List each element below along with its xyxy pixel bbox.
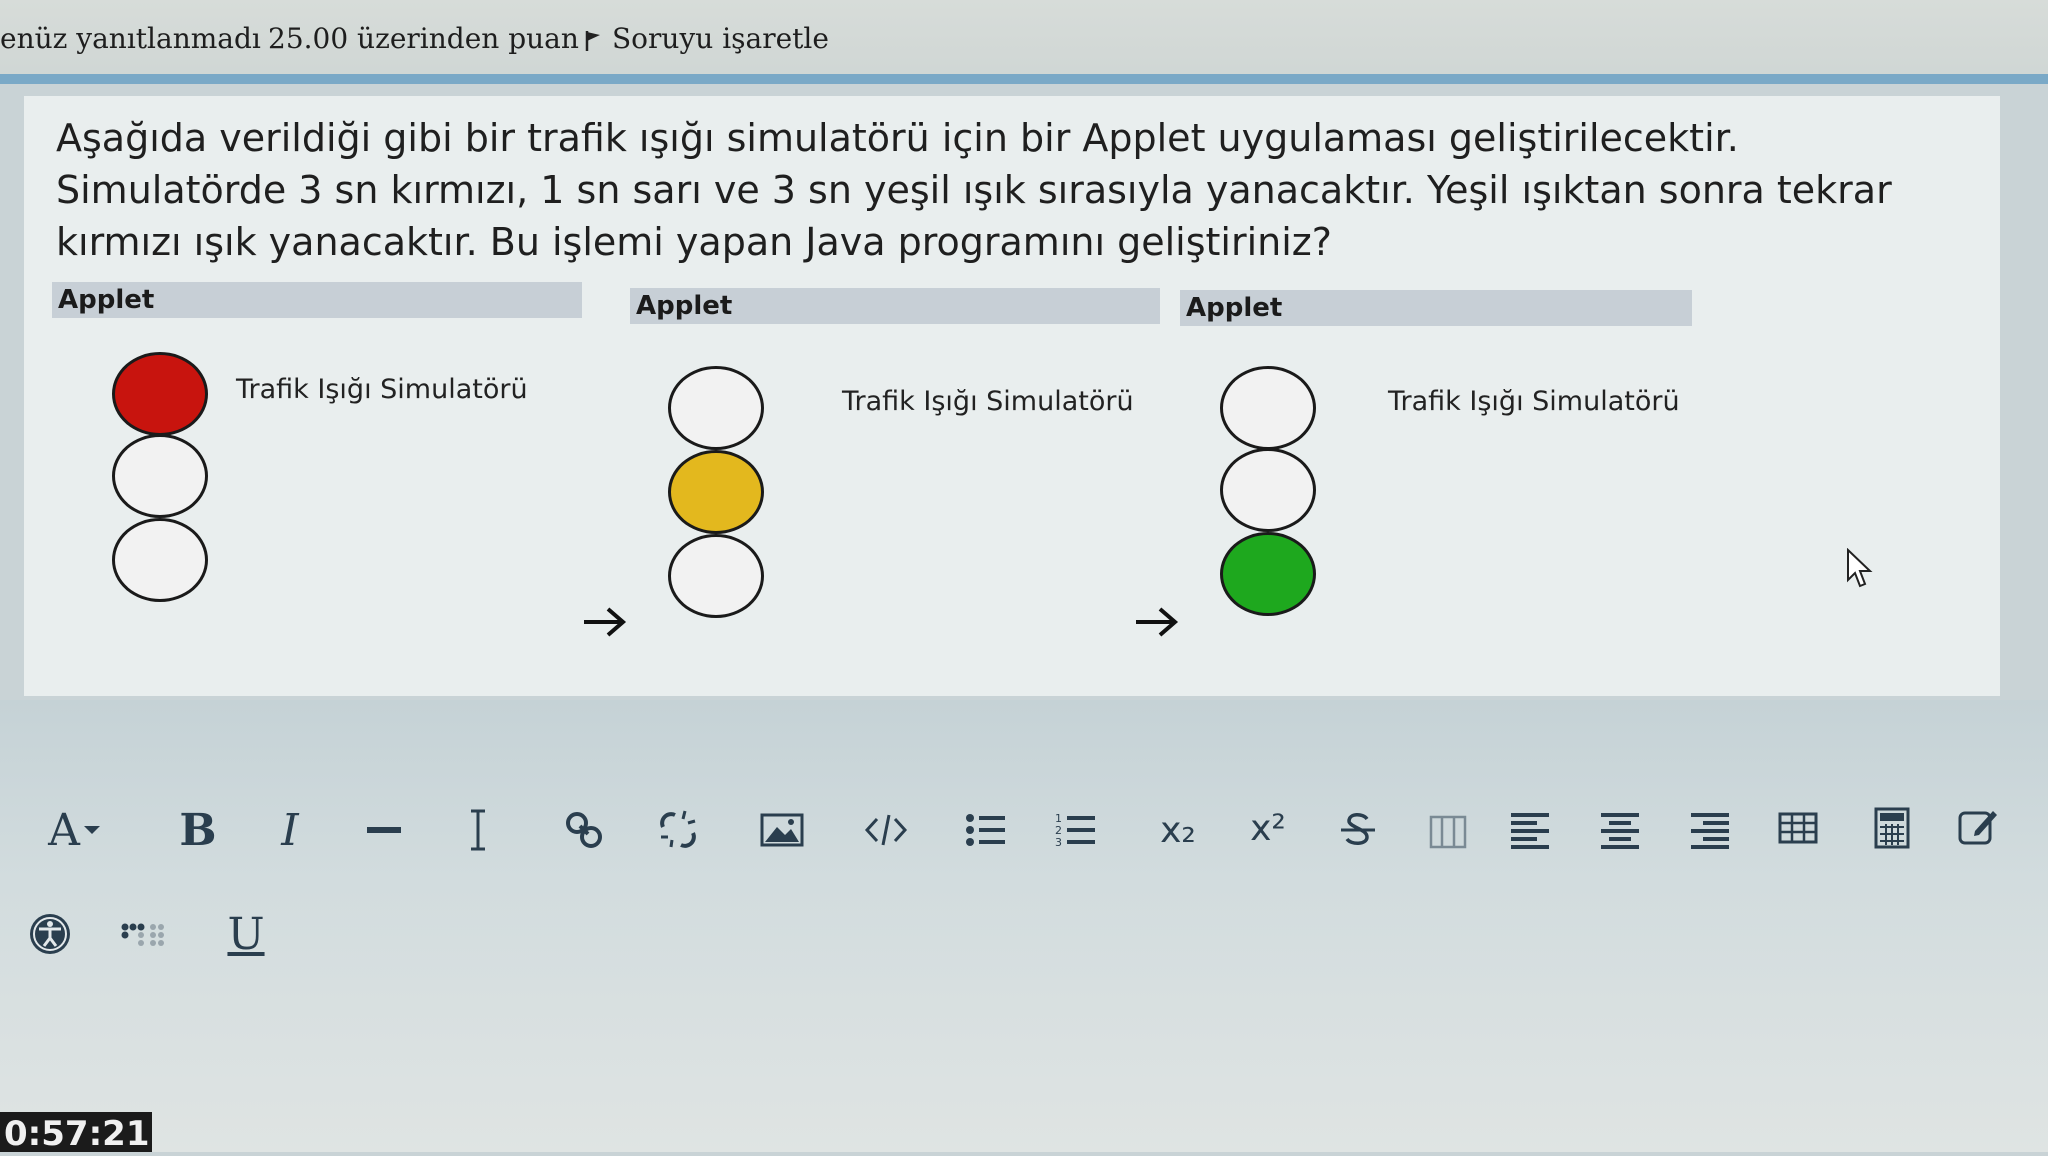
- svg-text:3: 3: [1055, 836, 1062, 849]
- horizontal-line-icon: [367, 827, 401, 833]
- accessibility-checker-button[interactable]: [22, 906, 78, 962]
- superscript-button[interactable]: x²: [1240, 800, 1296, 856]
- arrow-right-icon: [584, 607, 627, 637]
- red-light: [112, 352, 208, 436]
- link-icon: [566, 812, 602, 848]
- applet-header: Applet: [630, 288, 1160, 324]
- red-light: [668, 366, 764, 450]
- strikethrough-button[interactable]: [1330, 802, 1386, 858]
- yellow-light: [1220, 448, 1316, 532]
- simulator-title: Trafik Işığı Simulatörü: [236, 374, 528, 405]
- equation-editor-button[interactable]: [1864, 800, 1920, 856]
- screenreader-helper-button[interactable]: [114, 906, 170, 962]
- horizontal-line-button[interactable]: [356, 802, 412, 858]
- answer-editor: A B I 123 x₂ x² U: [0, 700, 2048, 1152]
- flag-question-link[interactable]: Soruyu işaretle: [584, 22, 829, 55]
- bullet-list-icon: [966, 814, 1005, 846]
- font-menu-button[interactable]: A: [28, 802, 124, 858]
- pencil-square-icon: [1958, 811, 1997, 845]
- insert-table-button[interactable]: [1770, 800, 1826, 856]
- code-icon: [864, 814, 908, 846]
- green-light: [112, 518, 208, 602]
- green-light: [1220, 532, 1316, 616]
- unlink-icon: [660, 810, 696, 848]
- applet-header: Applet: [52, 282, 582, 318]
- applet-yellow-state: Applet Trafik Işığı Simulatörü: [630, 282, 1170, 662]
- image-icon: [760, 813, 804, 847]
- html-source-button[interactable]: [856, 802, 916, 858]
- red-light: [1220, 366, 1316, 450]
- columns-button[interactable]: [1420, 804, 1476, 860]
- flag-question-label: Soruyu işaretle: [612, 22, 829, 55]
- calculator-icon: [1874, 807, 1910, 849]
- text-cursor-button[interactable]: [450, 802, 506, 858]
- align-left-icon: [1511, 813, 1549, 849]
- subscript-button[interactable]: x₂: [1150, 802, 1206, 858]
- strikethrough-icon: [1341, 813, 1375, 845]
- question-status-bar: enüz yanıtlanmadı 25.00 üzerinden puan S…: [0, 0, 2048, 84]
- align-center-button[interactable]: [1592, 802, 1648, 858]
- simulator-title: Trafik Işığı Simulatörü: [1388, 386, 1680, 417]
- applet-green-state: Applet Trafik Işığı Simulatörü: [1180, 282, 1720, 662]
- yellow-light: [112, 434, 208, 518]
- chevron-down-icon: [83, 826, 100, 834]
- green-light: [668, 534, 764, 618]
- bold-button[interactable]: B: [170, 802, 226, 858]
- align-right-icon: [1691, 813, 1729, 849]
- align-center-icon: [1601, 813, 1639, 849]
- question-panel: Aşağıda verildiği gibi bir trafik ışığı …: [24, 96, 2000, 696]
- unlink-button[interactable]: [650, 802, 706, 858]
- mouse-pointer-icon: [1847, 548, 1873, 588]
- columns-icon: [1429, 815, 1467, 849]
- braille-icon: [121, 923, 164, 946]
- edit-button[interactable]: [1950, 798, 2006, 854]
- points-label: 25.00 üzerinden puan: [268, 22, 579, 55]
- text-cursor-icon: [471, 809, 485, 851]
- underline-button[interactable]: U: [218, 906, 274, 962]
- applet-red-state: Applet Trafik Işığı Simulatörü: [52, 282, 592, 662]
- table-icon: [1778, 812, 1818, 844]
- numbered-list-icon: 123: [1055, 812, 1095, 849]
- italic-button[interactable]: I: [262, 802, 318, 858]
- font-icon: A: [48, 804, 80, 856]
- accessibility-icon: [30, 914, 70, 954]
- exam-timer: 0:57:21: [0, 1112, 152, 1154]
- question-text: Aşağıda verildiği gibi bir trafik ışığı …: [56, 116, 1892, 264]
- arrow-right-icon: [1136, 607, 1179, 637]
- align-left-button[interactable]: [1502, 802, 1558, 858]
- flag-icon: [585, 30, 600, 51]
- insert-link-button[interactable]: [556, 802, 612, 858]
- header-divider: [0, 74, 2048, 84]
- numbered-list-button[interactable]: 123: [1048, 802, 1104, 858]
- applet-header: Applet: [1180, 290, 1692, 326]
- yellow-light: [668, 450, 764, 534]
- insert-image-button[interactable]: [752, 802, 812, 858]
- bullet-list-button[interactable]: [958, 802, 1014, 858]
- align-right-button[interactable]: [1682, 802, 1738, 858]
- simulator-title: Trafik Işığı Simulatörü: [842, 386, 1134, 417]
- answer-status: enüz yanıtlanmadı: [0, 22, 261, 55]
